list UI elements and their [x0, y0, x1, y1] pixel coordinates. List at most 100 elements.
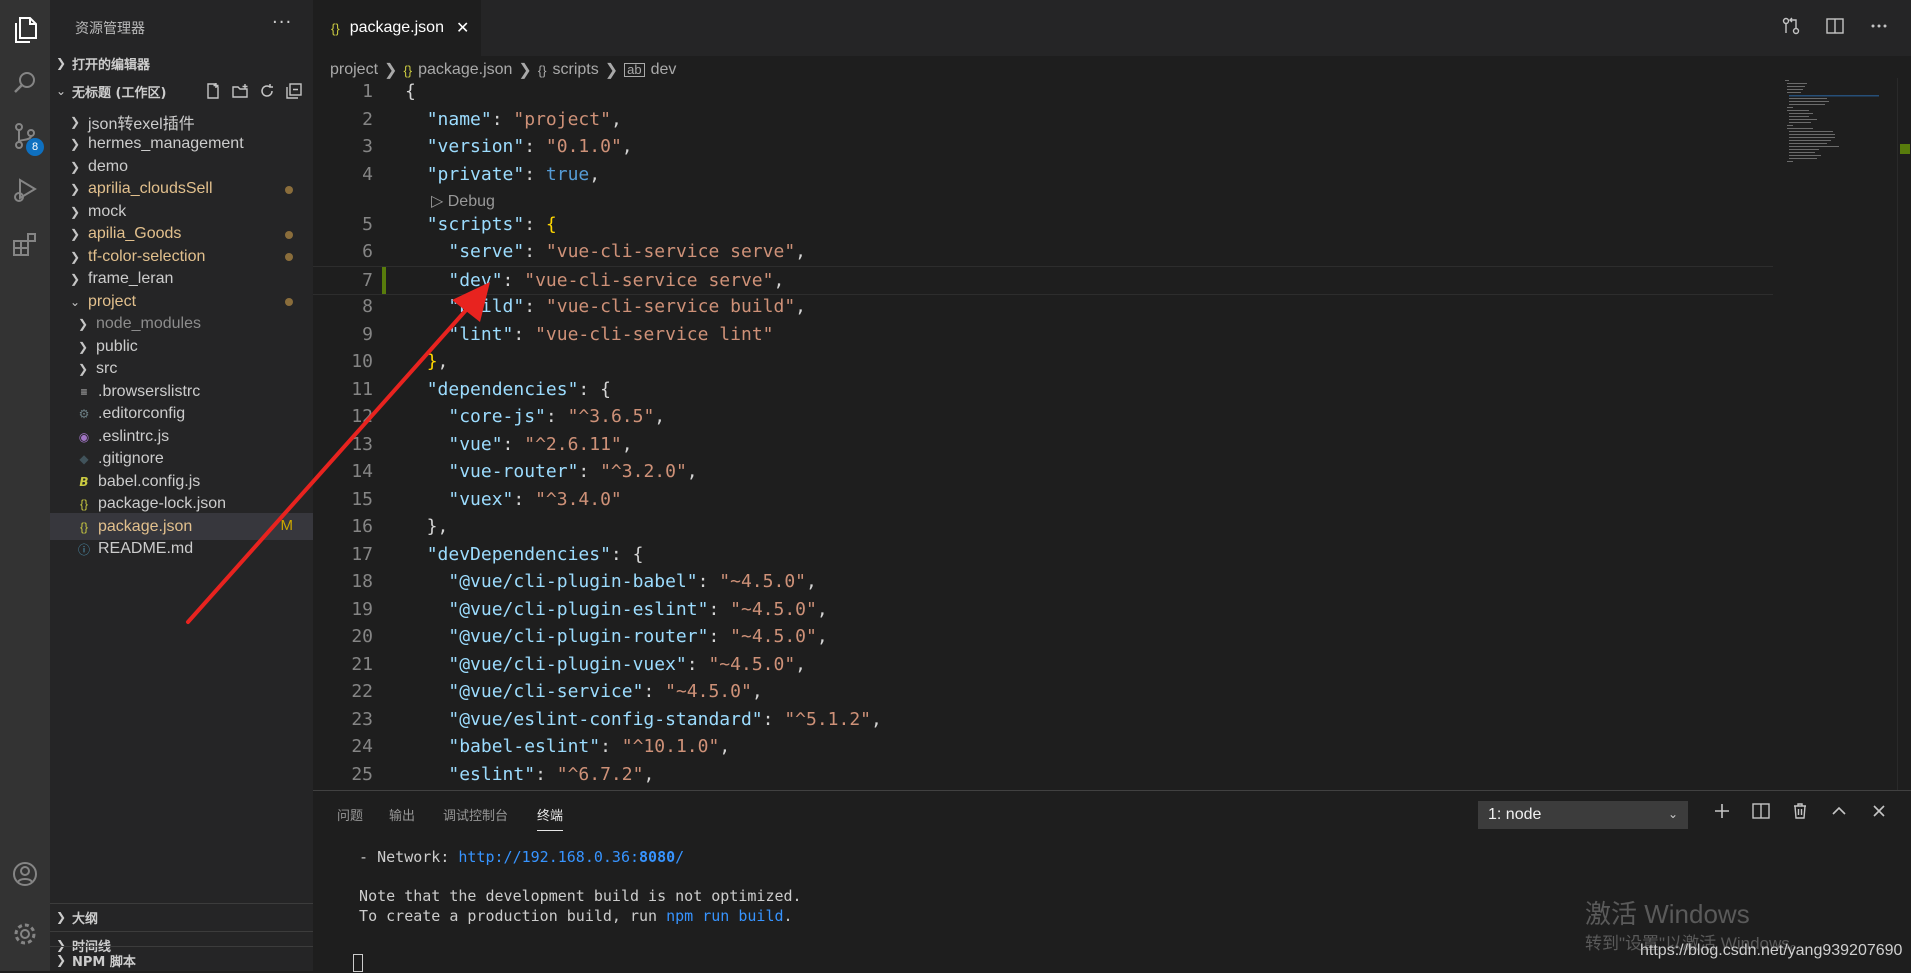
- workspace-section[interactable]: ⌄ 无标题 (工作区): [50, 78, 313, 104]
- code-text: "@vue/cli-service": "~4.5.0",: [405, 678, 763, 706]
- npm-scripts-section[interactable]: ❯ NPM 脚本: [50, 946, 313, 973]
- refresh-icon[interactable]: [258, 82, 276, 100]
- chevron-right-icon: ❯: [69, 204, 81, 219]
- open-changes-icon[interactable]: [1781, 16, 1801, 36]
- play-icon: ▷: [431, 193, 448, 210]
- tab-terminal[interactable]: 终端: [537, 805, 564, 831]
- search-icon[interactable]: [0, 58, 50, 106]
- code-text: "scripts": {: [405, 211, 557, 239]
- blog-url-watermark: https://blog.csdn.net/yang939207690: [1640, 942, 1903, 959]
- tab-output[interactable]: 输出: [389, 805, 415, 824]
- more-actions-icon[interactable]: ···: [272, 12, 292, 33]
- source-control-icon[interactable]: 8: [0, 112, 50, 160]
- chevron-right-icon: ❯: [77, 317, 89, 331]
- new-terminal-icon[interactable]: [1712, 801, 1732, 821]
- tab-package-json[interactable]: {} package.json ✕: [313, 0, 481, 56]
- code-line: 23 "@vue/eslint-config-standard": "^5.1.…: [313, 706, 1773, 734]
- network-url[interactable]: http://192.168.0.36:: [458, 848, 639, 866]
- code-token: :: [600, 736, 622, 757]
- tree-item[interactable]: ⓘ README.md: [50, 536, 313, 563]
- chevron-right-icon: ❯: [55, 910, 67, 924]
- line-number: 12: [351, 406, 373, 427]
- terminal-note-line: Note that the development build is not o…: [341, 887, 802, 905]
- code-line: 15 "vuex": "^3.4.0": [313, 486, 1773, 514]
- code-text: "version": "0.1.0",: [405, 133, 633, 161]
- split-terminal-icon[interactable]: [1751, 801, 1771, 821]
- chevron-right-icon: ❯: [69, 249, 81, 264]
- terminal-select[interactable]: 1: node ⌄: [1478, 801, 1688, 829]
- workspace-label: 无标题 (工作区): [72, 85, 167, 101]
- vertical-scrollbar[interactable]: [1897, 78, 1911, 790]
- split-editor-icon[interactable]: [1825, 16, 1845, 36]
- code-token: ,: [751, 681, 763, 702]
- breadcrumb-scripts[interactable]: scripts: [553, 61, 599, 79]
- network-port[interactable]: 8080: [639, 848, 675, 866]
- activate-windows-title: 激活 Windows: [1585, 899, 1750, 929]
- close-panel-icon[interactable]: [1869, 801, 1889, 821]
- line-number: 2: [362, 108, 373, 130]
- debug-codelens[interactable]: ▷ Debug: [431, 191, 495, 211]
- code-token: "^3.4.0": [535, 488, 622, 510]
- activity-bar: 8: [0, 0, 50, 971]
- code-token: ,: [795, 653, 807, 675]
- new-file-icon[interactable]: [204, 82, 222, 100]
- chevron-right-icon: ❯: [69, 182, 81, 196]
- line-number: 17: [351, 543, 373, 565]
- code-line: 11 "dependencies": {: [313, 376, 1773, 404]
- code-token: ,: [871, 708, 882, 730]
- lines-icon: ≡: [80, 384, 88, 399]
- code-token: : {: [578, 378, 611, 400]
- code-token: "vue": [448, 433, 503, 455]
- collapse-all-icon[interactable]: [285, 82, 303, 100]
- new-folder-icon[interactable]: [231, 82, 249, 100]
- line-number: 24: [351, 736, 373, 757]
- minimap[interactable]: [1775, 78, 1885, 178]
- code-text: "@vue/cli-plugin-babel": "~4.5.0",: [405, 568, 816, 596]
- modified-dot: [285, 253, 293, 261]
- json-icon: {}: [331, 20, 340, 36]
- chevron-right-icon: ❯: [69, 272, 81, 286]
- tree-item-label: project: [88, 292, 137, 310]
- breadcrumb-dev[interactable]: dev: [651, 61, 677, 79]
- explorer-icon[interactable]: [0, 6, 50, 54]
- tree-item-label: .editorconfig: [98, 405, 186, 422]
- json-icon: {}: [403, 62, 413, 78]
- code-token: "babel-eslint": [448, 736, 601, 757]
- settings-gear-icon[interactable]: [0, 910, 50, 958]
- line-number: 9: [362, 323, 373, 345]
- line-number: 11: [351, 378, 373, 400]
- code-line: 3 "version": "0.1.0",: [313, 133, 1773, 161]
- account-icon[interactable]: [0, 850, 50, 898]
- chevron-right-icon: ❯: [518, 62, 532, 79]
- trash-icon[interactable]: [1790, 801, 1810, 821]
- info-icon: ⓘ: [77, 542, 90, 557]
- network-url-suffix[interactable]: /: [675, 848, 684, 866]
- run-debug-icon[interactable]: [0, 166, 50, 214]
- create-suffix: .: [783, 907, 793, 925]
- tab-debug-console[interactable]: 调试控制台: [443, 805, 508, 824]
- code-line: 25 "eslint": "^6.7.2",: [313, 761, 1773, 789]
- line-number: 19: [351, 598, 373, 620]
- tab-problems[interactable]: 问题: [337, 805, 363, 824]
- tree-item-label: tf-color-selection: [88, 247, 206, 265]
- code-token: :: [762, 708, 785, 730]
- code-text: "serve": "vue-cli-service serve",: [405, 238, 806, 266]
- code-token: {: [545, 213, 557, 235]
- code-editor[interactable]: 1{2 "name": "project", 3 "version": "0.1.…: [313, 78, 1773, 790]
- code-text: "dev": "vue-cli-service serve",: [405, 267, 784, 295]
- more-actions-icon[interactable]: [1869, 16, 1889, 36]
- breadcrumb-file[interactable]: package.json: [418, 61, 512, 79]
- open-editors-section[interactable]: ❯ 打开的编辑器: [50, 50, 313, 76]
- string-icon: ab: [624, 63, 645, 77]
- gutter-change-marker: [382, 266, 386, 294]
- extensions-icon[interactable]: [0, 220, 50, 268]
- outline-section[interactable]: ❯ 大纲: [50, 903, 313, 930]
- close-icon[interactable]: ✕: [456, 18, 469, 38]
- scm-badge: 8: [26, 138, 44, 156]
- breadcrumb-project[interactable]: project: [330, 61, 378, 79]
- maximize-panel-icon[interactable]: [1829, 801, 1849, 821]
- line-number: 1: [362, 81, 373, 102]
